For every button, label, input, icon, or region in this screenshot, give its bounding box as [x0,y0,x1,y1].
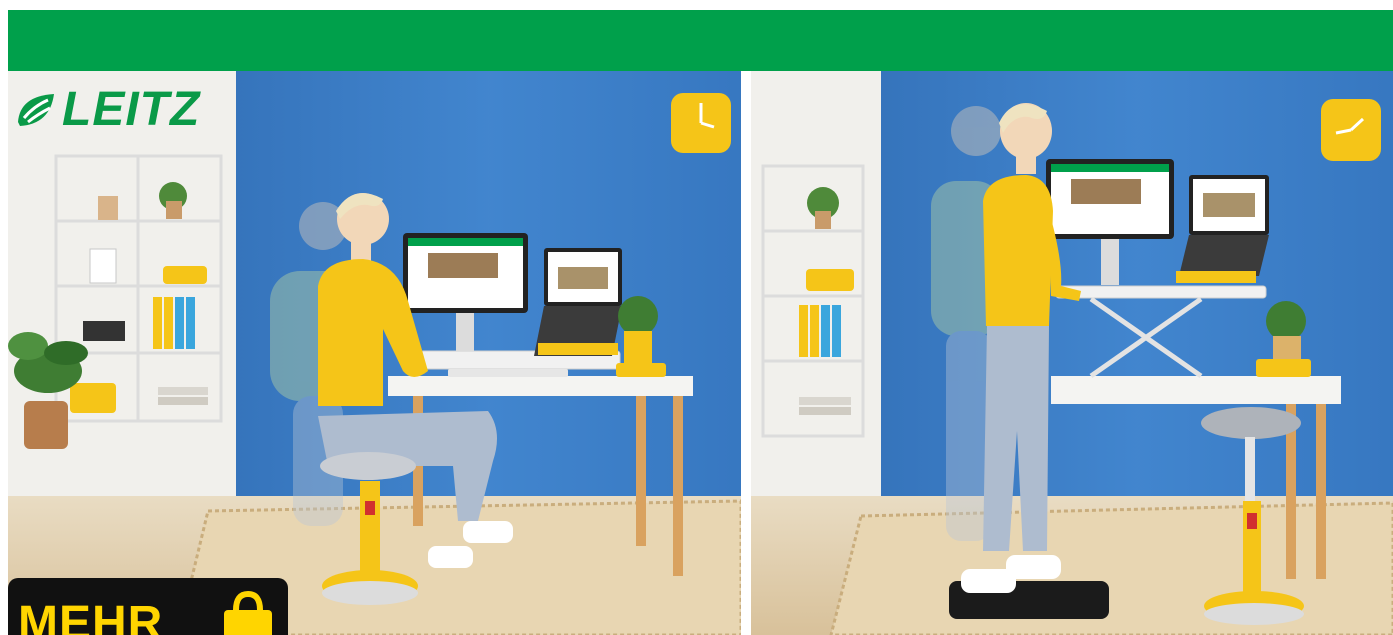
wall-clock-icon [1321,99,1381,161]
mehr-badge: MEHR [8,578,288,635]
wall-clock-icon [671,93,731,153]
mehr-badge-label: MEHR [18,597,164,635]
leaf-logo-icon [18,94,54,126]
scene-sitting-photo [8,71,741,635]
scene-standing-photo [751,71,1393,635]
leitz-logo: LEITZ [14,86,200,134]
green-banner [8,10,1393,71]
shopping-bag-icon [224,590,272,635]
photo-divider [741,71,751,635]
brand-name: LEITZ [62,83,201,136]
